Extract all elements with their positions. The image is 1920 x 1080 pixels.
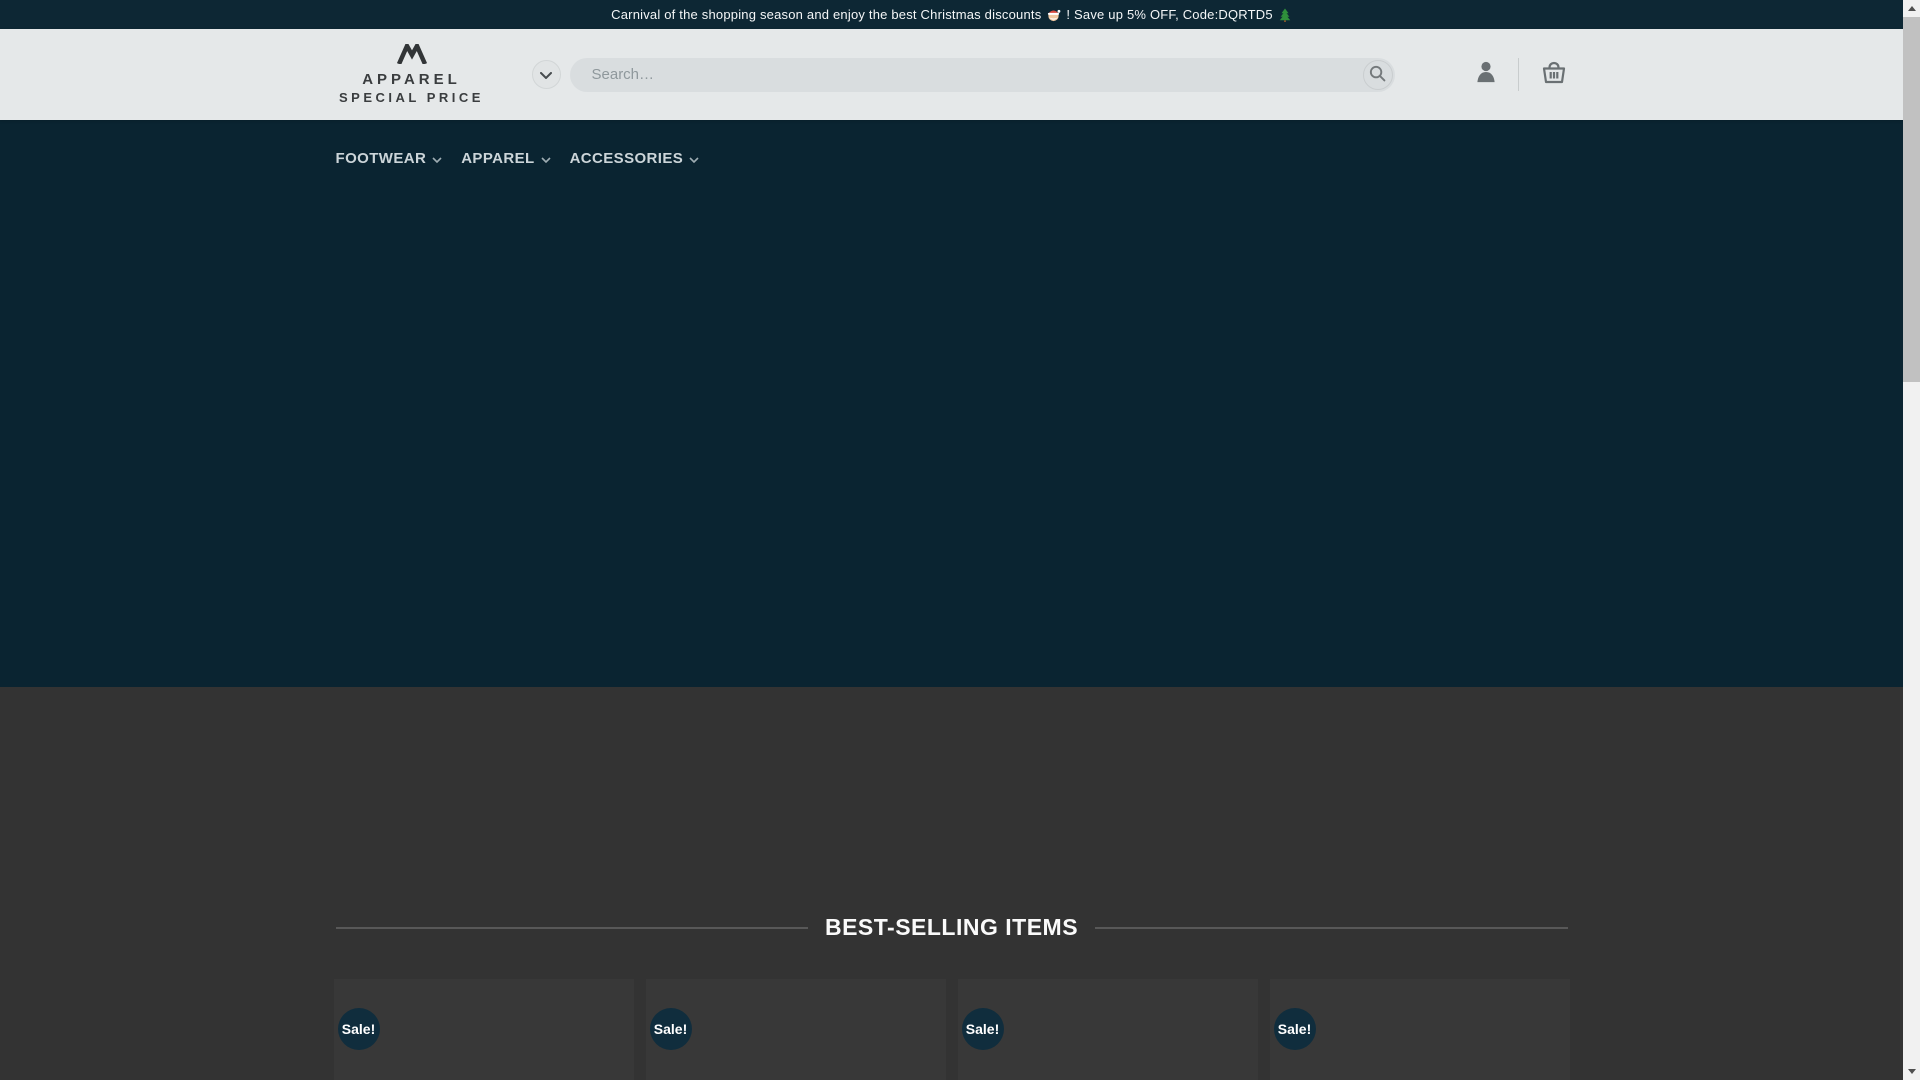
heading-rule-left — [335, 926, 808, 929]
site-logo[interactable]: APPAREL SPECIAL PRICE — [336, 40, 488, 105]
section-title: BEST-SELLING ITEMS — [824, 914, 1079, 940]
hero-banner: FOOTWEAR APPAREL ACCESSORIES — [0, 120, 1903, 687]
scroll-down-button[interactable] — [1903, 1063, 1920, 1080]
product-card[interactable]: Sale! — [957, 979, 1258, 1080]
promo-text-before: Carnival of the shopping season and enjo… — [611, 7, 1042, 22]
header-divider — [1517, 58, 1519, 91]
nav-item-footwear[interactable]: FOOTWEAR — [336, 146, 443, 171]
site-header: APPAREL SPECIAL PRICE — [0, 29, 1903, 120]
product-card[interactable]: Sale! — [645, 979, 946, 1080]
cart-button[interactable] — [1540, 59, 1568, 90]
chevron-down-icon — [689, 150, 699, 167]
nav-item-label: APPAREL — [461, 150, 535, 167]
section-heading: BEST-SELLING ITEMS — [335, 914, 1568, 941]
nav-item-label: ACCESSORIES — [569, 150, 684, 167]
santa-emoji-icon — [1046, 7, 1061, 22]
sale-badge: Sale! — [1273, 1008, 1316, 1050]
search-icon — [1368, 64, 1387, 86]
product-card[interactable]: Sale! — [1269, 979, 1570, 1080]
sale-badge: Sale! — [337, 1008, 380, 1050]
user-icon — [1475, 59, 1497, 90]
main-nav: FOOTWEAR APPAREL ACCESSORIES — [336, 120, 1568, 171]
sale-badge: Sale! — [961, 1008, 1004, 1050]
scroll-up-arrow-icon — [1907, 6, 1916, 11]
logo-title: APPAREL — [362, 71, 461, 88]
nav-item-label: FOOTWEAR — [335, 150, 427, 167]
category-dropdown-button[interactable] — [531, 60, 561, 89]
product-card[interactable]: Sale! — [333, 979, 634, 1080]
logo-subtitle: SPECIAL PRICE — [339, 90, 484, 105]
heading-rule-right — [1095, 926, 1568, 929]
best-selling-section: BEST-SELLING ITEMS Sale! Sale! Sale! Sal… — [0, 687, 1903, 1080]
scroll-up-button[interactable] — [1903, 0, 1920, 17]
account-button[interactable] — [1475, 59, 1497, 90]
nav-item-accessories[interactable]: ACCESSORIES — [570, 146, 700, 171]
promo-banner: Carnival of the shopping season and enjo… — [0, 0, 1903, 29]
scroll-down-arrow-icon — [1907, 1069, 1916, 1074]
vertical-scrollbar[interactable] — [1903, 0, 1920, 1080]
chevron-down-icon — [432, 150, 442, 167]
logo-mountain-icon — [396, 40, 428, 69]
christmas-tree-emoji-icon — [1278, 7, 1292, 22]
chevron-down-icon — [540, 67, 552, 82]
search-submit-button[interactable] — [1362, 59, 1393, 90]
product-grid: Sale! Sale! Sale! Sale! — [333, 979, 1570, 1080]
nav-item-apparel[interactable]: APPAREL — [461, 146, 551, 171]
search-form — [569, 57, 1395, 92]
search-input[interactable] — [569, 57, 1395, 92]
sale-badge: Sale! — [649, 1008, 692, 1050]
page: Carnival of the shopping season and enjo… — [0, 0, 1903, 1080]
promo-text-after: ! Save up 5% OFF, Code:DQRTD5 — [1066, 7, 1273, 22]
cart-basket-icon — [1540, 59, 1568, 90]
chevron-down-icon — [541, 150, 551, 167]
scrollbar-thumb[interactable] — [1903, 17, 1920, 382]
